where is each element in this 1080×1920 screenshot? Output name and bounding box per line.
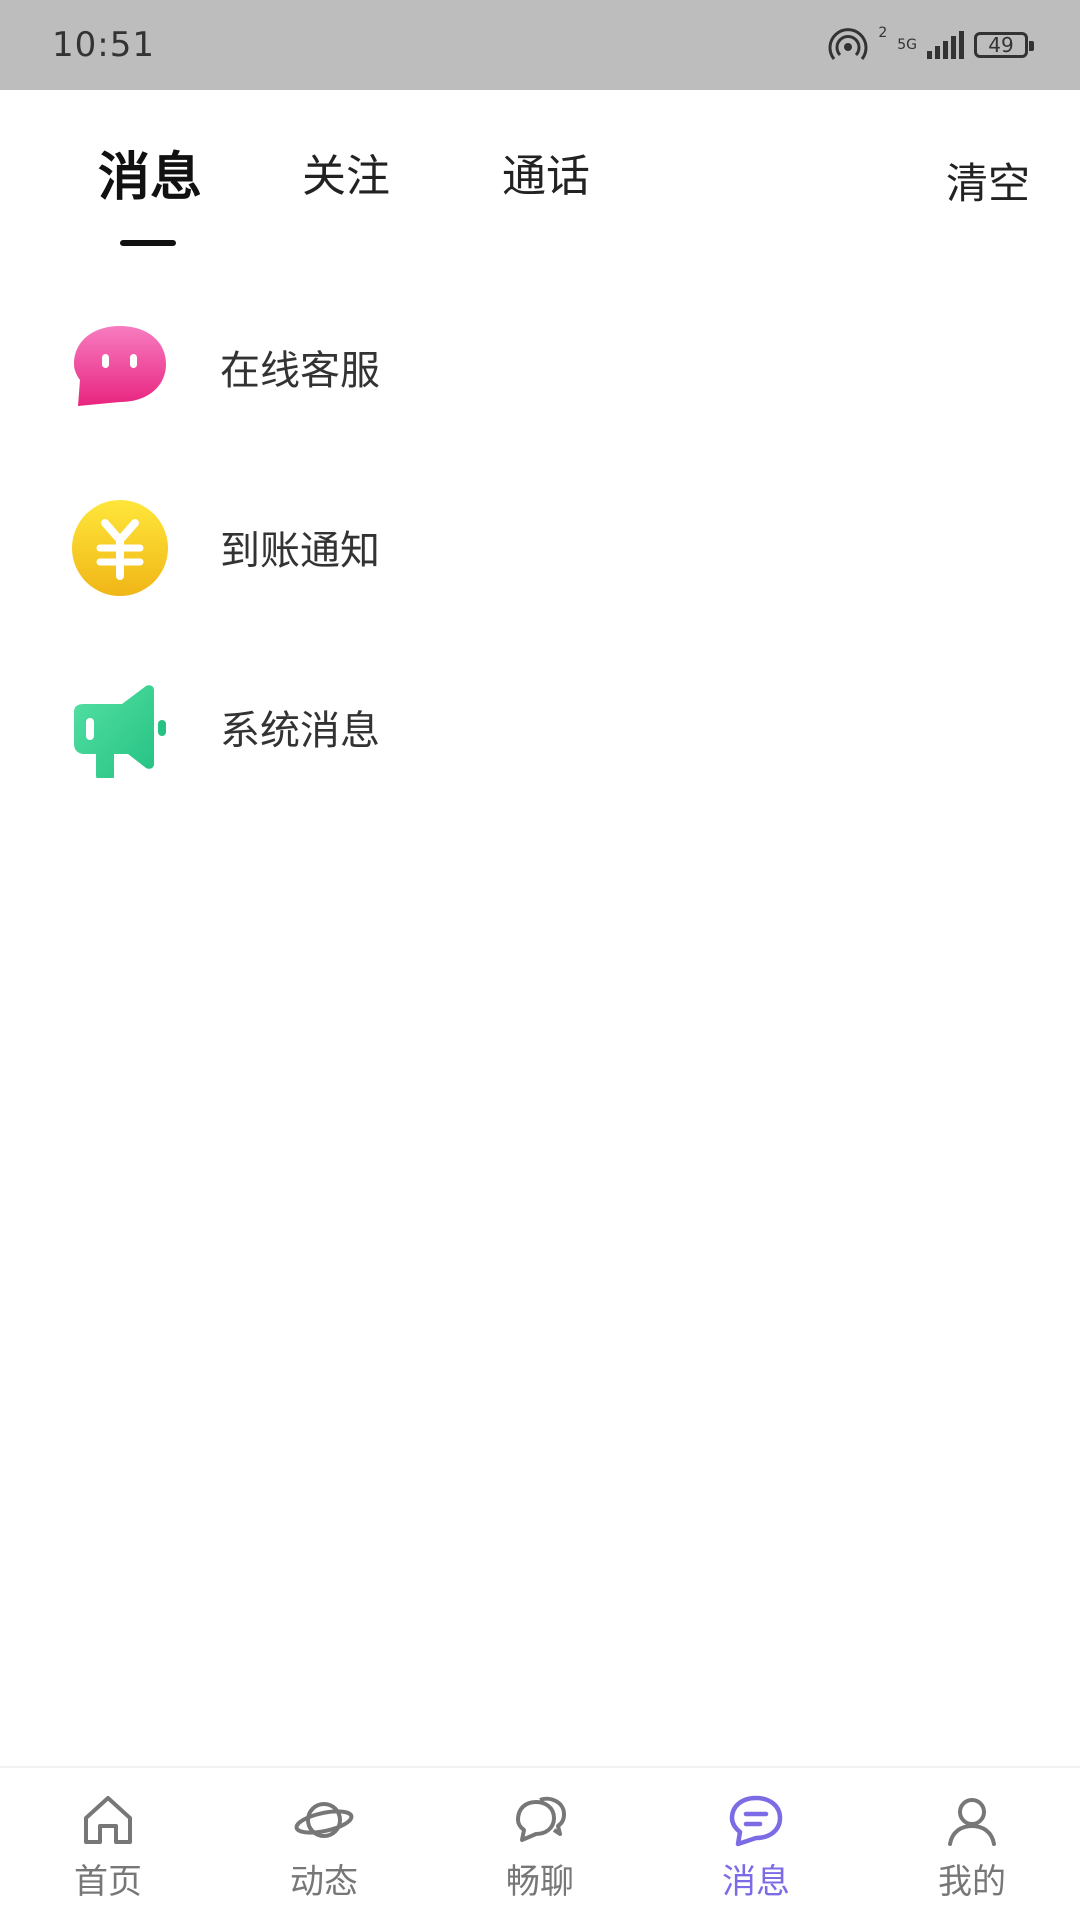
network-type: 5G: [897, 37, 917, 53]
message-icon: [729, 1795, 783, 1847]
message-list: 在线客服 到账通知 系统消息: [0, 290, 1080, 830]
megaphone-icon: [74, 685, 166, 778]
status-time: 10:51: [52, 25, 155, 65]
home-icon: [84, 1796, 132, 1844]
clear-button[interactable]: 清空: [946, 150, 1030, 211]
battery-icon: 49: [974, 32, 1034, 58]
list-item-label: 系统消息: [220, 708, 380, 754]
status-bar: 10:51 2 5G 49: [0, 0, 1080, 90]
tab-messages[interactable]: 消息: [98, 135, 202, 210]
nav-label: 我的: [938, 1862, 1006, 1902]
nav-chat[interactable]: 畅聊: [432, 1768, 648, 1920]
nav-profile[interactable]: 我的: [864, 1768, 1080, 1920]
nav-label: 消息: [722, 1862, 790, 1902]
list-item-label: 到账通知: [220, 528, 380, 574]
nav-label: 动态: [290, 1862, 358, 1902]
chat-bubbles-icon: [516, 1796, 566, 1842]
signal-icon: [927, 31, 964, 59]
planet-icon: [294, 1802, 354, 1838]
nav-home[interactable]: 首页: [0, 1768, 216, 1920]
list-item-customer-service[interactable]: 在线客服: [0, 290, 1080, 470]
battery-level: 49: [988, 33, 1014, 57]
list-item-payment-notice[interactable]: 到账通知: [0, 470, 1080, 650]
nav-label: 首页: [74, 1862, 142, 1902]
list-item-system-message[interactable]: 系统消息: [0, 650, 1080, 830]
yuan-coin-icon: [72, 500, 168, 596]
tab-calls[interactable]: 通话: [502, 140, 590, 204]
hotspot-icon: [828, 28, 868, 60]
profile-icon: [948, 1798, 996, 1846]
tab-bar: 消息 关注 通话 清空: [0, 90, 1080, 260]
nav-label: 畅聊: [506, 1862, 574, 1902]
list-item-label: 在线客服: [220, 348, 380, 394]
nav-messages[interactable]: 消息: [648, 1768, 864, 1920]
network-sup: 2: [878, 25, 888, 41]
customer-service-bubble-icon: [74, 326, 166, 406]
active-tab-indicator: [120, 240, 176, 246]
bottom-nav: 首页 动态 畅聊 消息 我的: [0, 1766, 1080, 1920]
status-icons: 2 5G 49: [828, 25, 1034, 65]
nav-moments[interactable]: 动态: [216, 1768, 432, 1920]
tab-following[interactable]: 关注: [302, 140, 390, 204]
